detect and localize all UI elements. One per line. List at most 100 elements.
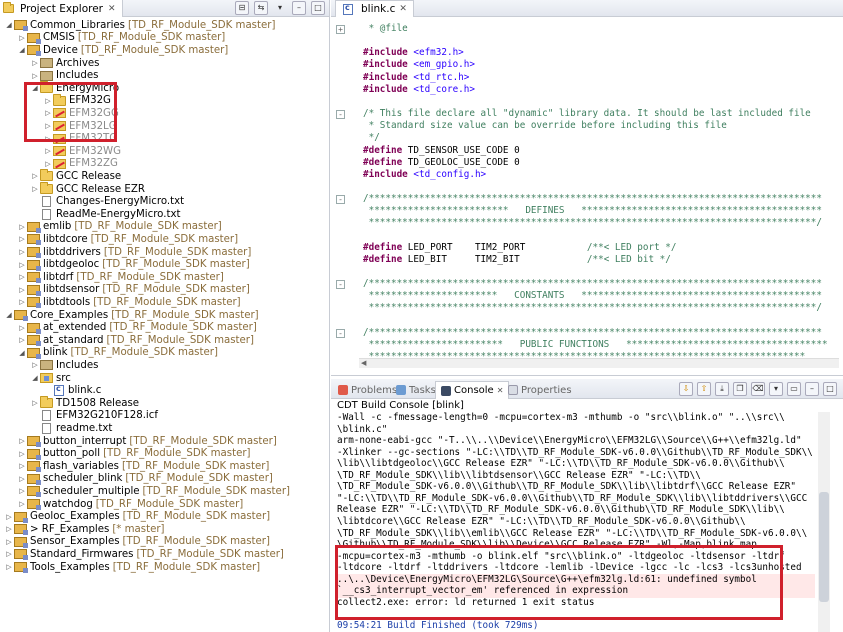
display-console-icon[interactable]: ▭ bbox=[787, 382, 801, 396]
editor-text-area[interactable]: + * @file #include <efm32.h> #include <em_… bbox=[336, 17, 841, 362]
console-output[interactable]: -Wall -c -fmessage-length=0 -mcpu=cortex… bbox=[337, 412, 815, 632]
collapse-fold-icon[interactable]: - bbox=[336, 195, 345, 205]
tree-item[interactable]: ▷ Sensor_Examples [TD_RF_Module_SDK master… bbox=[0, 536, 270, 549]
link-with-editor-icon[interactable]: ⇆ bbox=[254, 1, 268, 15]
tree-item[interactable]: blink.c bbox=[0, 384, 101, 397]
collapsed-arrow-icon[interactable]: ▷ bbox=[17, 298, 27, 306]
tree-item[interactable]: ▷ libtdtools [TD_RF_Module_SDK master] bbox=[0, 296, 241, 309]
tree-item[interactable]: ▷ at_extended [TD_RF_Module_SDK master] bbox=[0, 321, 257, 334]
tree-item[interactable]: ▷ Includes bbox=[0, 359, 98, 372]
collapsed-arrow-icon[interactable]: ▷ bbox=[30, 399, 40, 407]
collapsed-arrow-icon[interactable]: ▷ bbox=[30, 172, 40, 180]
collapsed-arrow-icon[interactable]: ▷ bbox=[30, 185, 40, 193]
tree-item[interactable]: ◢ blink [TD_RF_Module_SDK master] bbox=[0, 347, 218, 360]
expanded-arrow-icon[interactable]: ◢ bbox=[4, 21, 14, 29]
tree-item[interactable]: ▷ flash_variables [TD_RF_Module_SDK master… bbox=[0, 460, 269, 473]
tree-item[interactable]: ▷ Tools_Examples [TD_RF_Module_SDK master] bbox=[0, 561, 260, 574]
tree-item[interactable]: ◢ src bbox=[0, 372, 71, 385]
tree-item[interactable]: ▷ libtdsensor [TD_RF_Module_SDK master] bbox=[0, 284, 250, 297]
collapsed-arrow-icon[interactable]: ▷ bbox=[17, 437, 27, 445]
tree-item[interactable]: ▷ libtdgeoloc [TD_RF_Module_SDK master] bbox=[0, 258, 250, 271]
collapsed-arrow-icon[interactable]: ▷ bbox=[17, 324, 27, 332]
expanded-arrow-icon[interactable]: ◢ bbox=[17, 46, 27, 54]
expanded-arrow-icon[interactable]: ◢ bbox=[17, 349, 27, 357]
collapsed-arrow-icon[interactable]: ▷ bbox=[43, 109, 53, 117]
tree-item[interactable]: ▷ EFM32LG bbox=[0, 120, 116, 133]
expanded-arrow-icon[interactable]: ◢ bbox=[30, 374, 40, 382]
collapsed-arrow-icon[interactable]: ▷ bbox=[30, 72, 40, 80]
console-vertical-scrollbar[interactable] bbox=[818, 412, 830, 632]
tree-item[interactable]: EFM32G210F128.icf bbox=[0, 410, 158, 423]
tree-item[interactable]: ◢ Device [TD_RF_Module_SDK master] bbox=[0, 44, 228, 57]
collapsed-arrow-icon[interactable]: ▷ bbox=[30, 59, 40, 67]
expand-fold-icon[interactable]: + bbox=[336, 25, 345, 34]
previous-error-icon[interactable]: ⇧ bbox=[697, 382, 711, 396]
collapsed-arrow-icon[interactable]: ▷ bbox=[30, 361, 40, 369]
tree-item[interactable]: ReadMe-EnergyMicro.txt bbox=[0, 208, 181, 221]
minimize-icon[interactable]: – bbox=[805, 382, 819, 396]
tree-item[interactable]: ▷ > RF_Examples [* master] bbox=[0, 523, 165, 536]
tab-console[interactable]: Console ✕ bbox=[435, 381, 510, 399]
scroll-left-icon[interactable]: ◀ bbox=[361, 359, 366, 367]
collapsed-arrow-icon[interactable]: ▷ bbox=[4, 538, 14, 546]
view-menu-icon[interactable]: ▾ bbox=[273, 1, 287, 15]
tree-item[interactable]: ▷ button_interrupt [TD_RF_Module_SDK maste… bbox=[0, 435, 277, 448]
tree-item[interactable]: readme.txt bbox=[0, 422, 112, 435]
collapse-fold-icon[interactable]: - bbox=[336, 110, 345, 120]
tree-item[interactable]: ◢ Common_Libraries [TD_RF_Module_SDK maste… bbox=[0, 19, 275, 32]
collapsed-arrow-icon[interactable]: ▷ bbox=[17, 462, 27, 470]
tree-item[interactable]: ▷ scheduler_blink [TD_RF_Module_SDK master… bbox=[0, 473, 273, 486]
tree-item[interactable]: ▷ button_poll [TD_RF_Module_SDK master] bbox=[0, 447, 251, 460]
collapsed-arrow-icon[interactable]: ▷ bbox=[17, 450, 27, 458]
expanded-arrow-icon[interactable]: ◢ bbox=[30, 84, 40, 92]
open-console-icon[interactable]: ▾ bbox=[769, 382, 783, 396]
tree-item[interactable]: ▷ GCC Release EZR bbox=[0, 182, 145, 196]
collapsed-arrow-icon[interactable]: ▷ bbox=[43, 97, 53, 105]
scroll-lock-icon[interactable]: ⤓ bbox=[715, 382, 729, 396]
tab-properties[interactable]: Properties bbox=[503, 381, 577, 399]
tree-item[interactable]: ▷ Archives bbox=[0, 57, 99, 70]
collapsed-arrow-icon[interactable]: ▷ bbox=[4, 513, 14, 521]
collapse-fold-icon[interactable]: - bbox=[336, 328, 345, 338]
collapse-all-icon[interactable]: ⊟ bbox=[235, 1, 249, 15]
tree-item[interactable]: ◢ EnergyMicro bbox=[0, 81, 119, 95]
minimize-icon[interactable]: – bbox=[292, 1, 306, 15]
expanded-arrow-icon[interactable]: ◢ bbox=[4, 311, 14, 319]
tree-item[interactable]: ◢ Core_Examples [TD_RF_Module_SDK master] bbox=[0, 309, 259, 322]
tree-item[interactable]: ▷ libtdrf [TD_RF_Module_SDK master] bbox=[0, 271, 224, 284]
tree-item[interactable]: ▷ libtdcore [TD_RF_Module_SDK master] bbox=[0, 233, 238, 246]
scrollbar-thumb[interactable] bbox=[819, 492, 829, 602]
tree-item[interactable]: ▷ CMSIS [TD_RF_Module_SDK master] bbox=[0, 32, 225, 45]
collapsed-arrow-icon[interactable]: ▷ bbox=[17, 235, 27, 243]
tab-blink-c[interactable]: blink.c ✕ bbox=[335, 0, 414, 17]
next-error-icon[interactable]: ⇩ bbox=[679, 382, 693, 396]
collapsed-arrow-icon[interactable]: ▷ bbox=[4, 563, 14, 571]
collapsed-arrow-icon[interactable]: ▷ bbox=[4, 525, 14, 533]
maximize-icon[interactable]: □ bbox=[311, 1, 325, 15]
close-icon[interactable]: ✕ bbox=[108, 4, 116, 14]
tab-project-explorer[interactable]: Project Explorer ✕ bbox=[0, 0, 123, 17]
tab-tasks[interactable]: Tasks bbox=[391, 381, 441, 399]
collapsed-arrow-icon[interactable]: ▷ bbox=[17, 273, 27, 281]
close-icon[interactable]: ✕ bbox=[399, 4, 407, 14]
collapse-fold-icon[interactable]: - bbox=[336, 280, 345, 290]
tree-item[interactable]: Changes-EnergyMicro.txt bbox=[0, 195, 184, 208]
tree-item[interactable]: ▷ GCC Release bbox=[0, 169, 121, 183]
collapsed-arrow-icon[interactable]: ▷ bbox=[17, 286, 27, 294]
tree-item[interactable]: ▷ Standard_Firmwares [TD_RF_Module_SDK mas… bbox=[0, 548, 284, 561]
tree-item[interactable]: ▷ watchdog [TD_RF_Module_SDK master] bbox=[0, 498, 243, 511]
tree-item[interactable]: ▷ EFM32TG bbox=[0, 132, 117, 145]
collapsed-arrow-icon[interactable]: ▷ bbox=[17, 336, 27, 344]
collapsed-arrow-icon[interactable]: ▷ bbox=[43, 147, 53, 155]
maximize-icon[interactable]: □ bbox=[823, 382, 837, 396]
tree-item[interactable]: ▷ EFM32GG bbox=[0, 107, 119, 120]
copy-icon[interactable]: ❐ bbox=[733, 382, 747, 396]
collapsed-arrow-icon[interactable]: ▷ bbox=[43, 122, 53, 130]
tree-item[interactable]: ▷ EFM32WG bbox=[0, 145, 121, 158]
tree-item[interactable]: ▷ EFM32ZG bbox=[0, 158, 118, 171]
tree-item[interactable]: ▷ EFM32G bbox=[0, 93, 111, 108]
tree-item[interactable]: ▷ Geoloc_Examples [TD_RF_Module_SDK master… bbox=[0, 510, 270, 523]
tree-item[interactable]: ▷ at_standard [TD_RF_Module_SDK master] bbox=[0, 334, 254, 347]
collapsed-arrow-icon[interactable]: ▷ bbox=[17, 248, 27, 256]
collapsed-arrow-icon[interactable]: ▷ bbox=[4, 550, 14, 558]
